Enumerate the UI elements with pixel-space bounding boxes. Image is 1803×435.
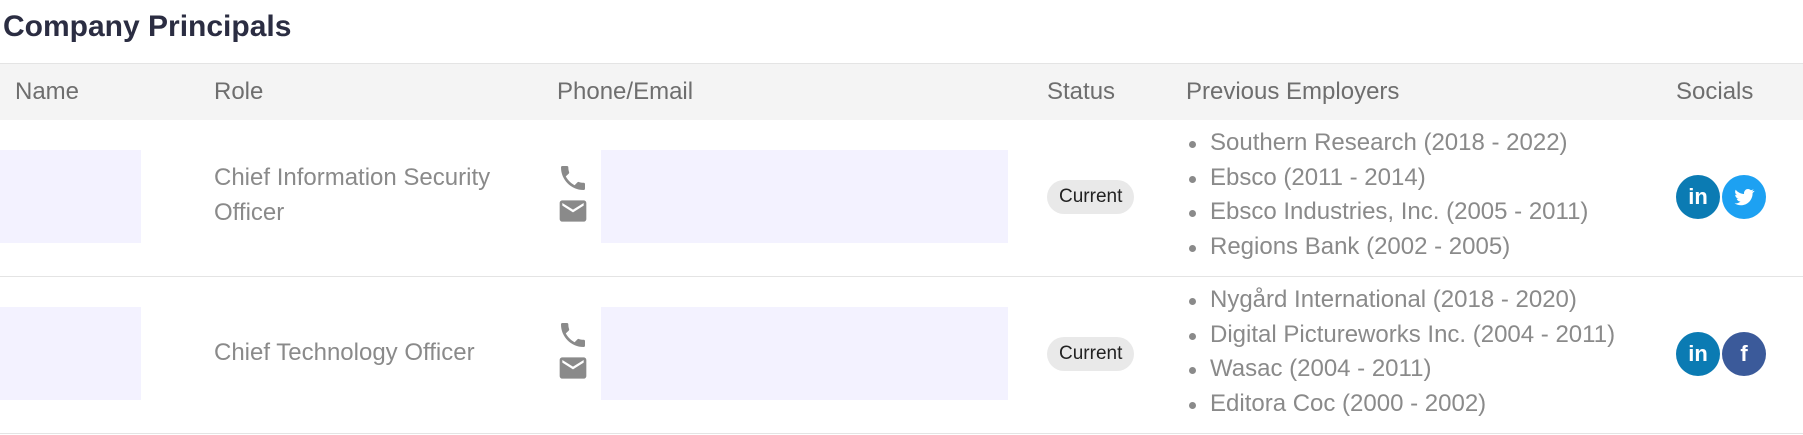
column-header-employers[interactable]: Previous Employers <box>1186 78 1399 106</box>
column-header-status[interactable]: Status <box>1047 78 1115 106</box>
section-title: Company Principals <box>3 10 292 43</box>
list-item: Regions Bank (2002 - 2005) <box>1187 230 1588 265</box>
facebook-icon[interactable]: f <box>1722 332 1766 376</box>
table-row: Chief Technology Officer Current Nygård … <box>0 277 1803 434</box>
email-icon[interactable] <box>557 195 589 227</box>
table-row: Chief Information Security Officer Curre… <box>0 120 1803 277</box>
linkedin-icon[interactable]: in <box>1676 332 1720 376</box>
column-header-contact[interactable]: Phone/Email <box>557 78 693 106</box>
list-item: Ebsco Industries, Inc. (2005 - 2011) <box>1187 195 1588 230</box>
table-header: Name Role Phone/Email Status Previous Em… <box>0 63 1803 121</box>
role-text: Chief Technology Officer <box>214 339 475 366</box>
list-item: Wasac (2004 - 2011) <box>1187 352 1615 387</box>
list-item: Digital Pictureworks Inc. (2004 - 2011) <box>1187 318 1615 353</box>
phone-icon[interactable] <box>557 162 589 194</box>
name-redacted <box>0 150 141 243</box>
list-item: Editora Coc (2000 - 2002) <box>1187 387 1615 422</box>
phone-icon[interactable] <box>557 319 589 351</box>
status-badge: Current <box>1047 180 1135 214</box>
role-text: Chief Information Security Officer <box>214 164 491 226</box>
contact-redacted <box>601 307 1008 400</box>
list-item: Southern Research (2018 - 2022) <box>1187 126 1588 161</box>
column-header-socials[interactable]: Socials <box>1676 78 1753 106</box>
list-item: Nygård International (2018 - 2020) <box>1187 283 1615 318</box>
contact-redacted <box>601 150 1008 243</box>
column-header-role[interactable]: Role <box>214 78 263 106</box>
email-icon[interactable] <box>557 352 589 384</box>
list-item: Ebsco (2011 - 2014) <box>1187 161 1588 196</box>
previous-employers-list: Southern Research (2018 - 2022) Ebsco (2… <box>1187 126 1588 264</box>
status-badge: Current <box>1047 337 1135 371</box>
twitter-icon[interactable] <box>1722 175 1766 219</box>
company-principals-section: Company Principals Name Role Phone/Email… <box>0 0 1803 435</box>
previous-employers-list: Nygård International (2018 - 2020) Digit… <box>1187 283 1615 421</box>
name-redacted <box>0 307 141 400</box>
column-header-name[interactable]: Name <box>15 78 79 106</box>
linkedin-icon[interactable]: in <box>1676 175 1720 219</box>
